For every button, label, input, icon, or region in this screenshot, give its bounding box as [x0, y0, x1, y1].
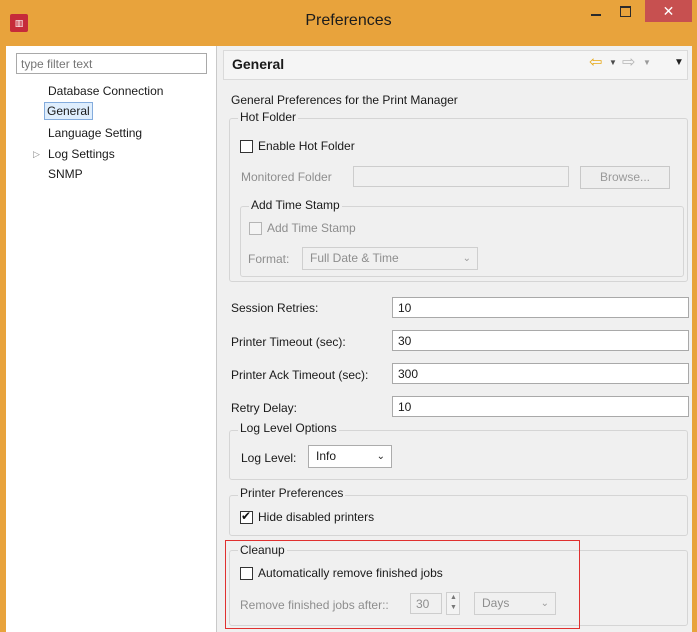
- maximize-button[interactable]: [613, 0, 639, 26]
- monitored-folder-label: Monitored Folder: [241, 170, 332, 184]
- browse-button[interactable]: Browse...: [580, 166, 670, 189]
- enable-hot-folder-label: Enable Hot Folder: [258, 139, 355, 153]
- printer-ack-timeout-label: Printer Ack Timeout (sec):: [231, 368, 369, 382]
- log-level-dropdown-value: Info: [316, 449, 337, 463]
- page-description: General Preferences for the Print Manage…: [231, 93, 458, 107]
- format-dropdown-value: Full Date & Time: [310, 251, 399, 265]
- expand-arrow-icon[interactable]: ▷: [33, 145, 43, 163]
- printer-timeout-input[interactable]: [392, 330, 689, 351]
- printer-timeout-label: Printer Timeout (sec):: [231, 335, 346, 349]
- format-label: Format:: [248, 252, 290, 266]
- chevron-down-icon: ⌄: [376, 451, 385, 462]
- log-level-group-label: Log Level Options: [238, 421, 339, 435]
- monitored-folder-input[interactable]: [353, 166, 569, 187]
- session-retries-input[interactable]: [392, 297, 689, 318]
- close-button[interactable]: ✕: [645, 0, 692, 22]
- tree-item-snmp[interactable]: SNMP: [46, 165, 85, 183]
- log-level-dropdown[interactable]: Info ⌄: [308, 445, 392, 468]
- time-stamp-group-label: Add Time Stamp: [249, 198, 342, 212]
- retry-delay-label: Retry Delay:: [231, 401, 298, 415]
- add-time-stamp-checkbox[interactable]: [249, 222, 262, 235]
- hot-folder-group-label: Hot Folder: [238, 110, 299, 124]
- retry-delay-input[interactable]: [392, 396, 689, 417]
- window-frame-right: [692, 46, 697, 632]
- view-menu-icon[interactable]: ▼: [674, 56, 686, 70]
- filter-input[interactable]: [16, 53, 207, 74]
- forward-dropdown-icon[interactable]: ▼: [643, 56, 653, 70]
- back-dropdown-icon[interactable]: ▼: [609, 56, 619, 70]
- forward-arrow-icon[interactable]: ⇨: [622, 55, 640, 71]
- chevron-down-icon: ⌄: [462, 253, 471, 264]
- back-arrow-icon[interactable]: ⇦: [589, 55, 607, 71]
- tree-item-log-settings[interactable]: Log Settings: [46, 145, 117, 163]
- log-level-label: Log Level:: [241, 451, 297, 465]
- log-level-group: [229, 430, 688, 480]
- minimize-button[interactable]: [583, 0, 609, 26]
- session-retries-label: Session Retries:: [231, 301, 319, 315]
- tree-item-general[interactable]: General: [44, 102, 93, 120]
- add-time-stamp-label: Add Time Stamp: [267, 221, 356, 235]
- tree-item-database-connection[interactable]: Database Connection: [46, 82, 165, 100]
- format-dropdown[interactable]: Full Date & Time ⌄: [302, 247, 478, 270]
- printer-ack-timeout-input[interactable]: [392, 363, 689, 384]
- hide-disabled-printers-checkbox[interactable]: [240, 509, 253, 524]
- enable-hot-folder-checkbox[interactable]: [240, 140, 253, 153]
- cleanup-highlight-annotation: [225, 540, 580, 629]
- page-title: General: [232, 56, 285, 72]
- hide-disabled-printers-label: Hide disabled printers: [258, 510, 375, 524]
- tree-item-language-setting[interactable]: Language Setting: [46, 124, 144, 142]
- printer-preferences-group-label: Printer Preferences: [238, 486, 346, 500]
